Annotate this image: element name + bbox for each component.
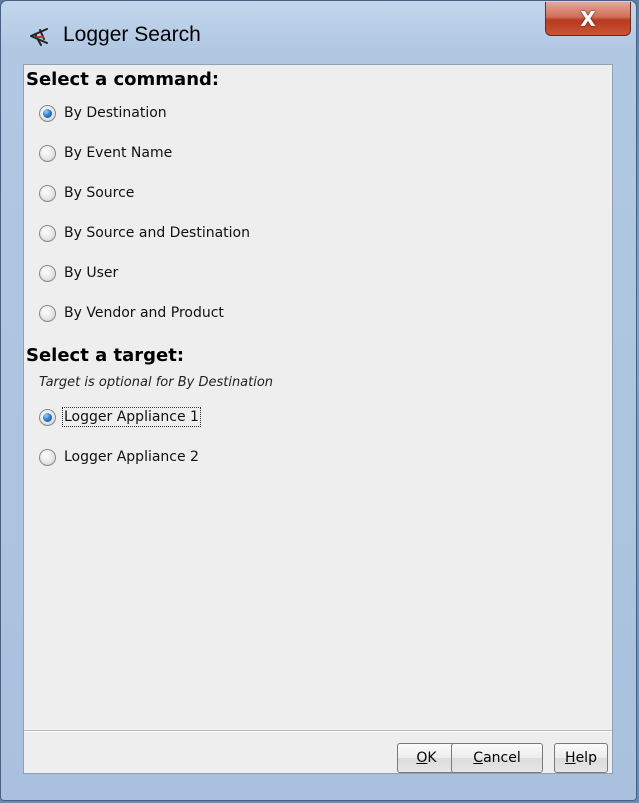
cancel-label: ancel <box>483 750 521 766</box>
cancel-mnemonic: C <box>473 750 484 766</box>
radio-button[interactable] <box>39 104 56 122</box>
radio-button[interactable] <box>39 448 56 466</box>
logger-search-dialog: Logger Search X Select a command: By Des… <box>0 0 637 801</box>
radio-label: By Vendor and Product <box>64 305 224 321</box>
footer-divider <box>24 730 612 732</box>
window-title: Logger Search <box>63 23 201 46</box>
radio-label: By Event Name <box>64 145 173 161</box>
help-mnemonic: H <box>565 750 576 766</box>
logger-search-icon <box>30 28 48 46</box>
radio-button[interactable] <box>39 304 56 322</box>
ok-mnemonic: O <box>416 750 428 766</box>
radio-button[interactable] <box>39 264 56 282</box>
cancel-button[interactable]: Cancel <box>451 743 543 773</box>
radio-label: By User <box>64 265 119 281</box>
close-button[interactable]: X <box>545 2 631 36</box>
radio-by-source-and-destination[interactable]: By Source and Destination <box>39 221 250 245</box>
target-heading: Select a target: <box>26 345 185 366</box>
radio-label: Logger Appliance 1 <box>62 407 201 427</box>
dialog-content: Select a command: By Destination By Even… <box>23 64 613 774</box>
radio-button[interactable] <box>39 184 56 202</box>
radio-logger-appliance-2[interactable]: Logger Appliance 2 <box>39 445 199 469</box>
radio-by-vendor-and-product[interactable]: By Vendor and Product <box>39 301 224 325</box>
radio-label: By Source and Destination <box>64 225 250 241</box>
radio-by-destination[interactable]: By Destination <box>39 101 167 125</box>
ok-button[interactable]: OK <box>397 743 456 773</box>
command-heading: Select a command: <box>26 69 220 90</box>
help-button[interactable]: Help <box>554 743 608 773</box>
close-icon: X <box>580 6 596 31</box>
ok-label: K <box>427 750 437 766</box>
radio-button[interactable] <box>39 408 56 426</box>
radio-by-event-name[interactable]: By Event Name <box>39 141 172 165</box>
radio-button[interactable] <box>39 144 56 162</box>
radio-by-user[interactable]: By User <box>39 261 118 285</box>
radio-by-source[interactable]: By Source <box>39 181 134 205</box>
radio-button[interactable] <box>39 224 56 242</box>
radio-label: Logger Appliance 2 <box>64 449 199 465</box>
target-note: Target is optional for By Destination <box>39 375 274 390</box>
radio-label: By Destination <box>64 105 167 121</box>
radio-logger-appliance-1[interactable]: Logger Appliance 1 <box>39 405 201 429</box>
radio-label: By Source <box>64 185 135 201</box>
help-label: elp <box>575 750 597 766</box>
title-bar[interactable]: Logger Search X <box>1 1 636 65</box>
